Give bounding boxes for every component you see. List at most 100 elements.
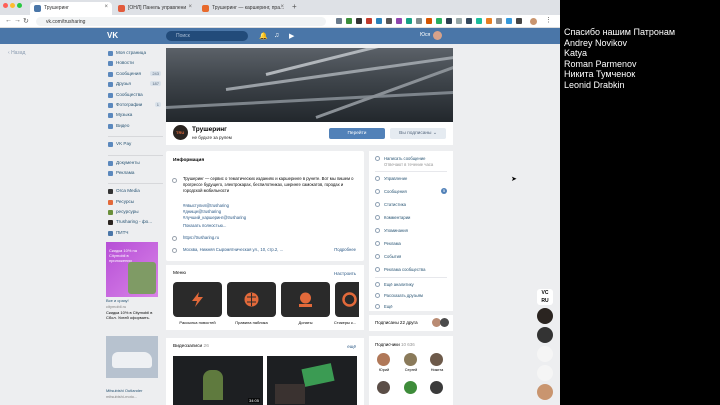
back-arrow-icon[interactable]: ← [5, 17, 12, 24]
maximize-window-icon[interactable] [17, 3, 22, 8]
action-events[interactable]: События [375, 254, 401, 259]
app-label[interactable]: Донаты [281, 320, 330, 325]
profile-avatar-icon[interactable] [530, 18, 537, 25]
floating-widget-avatar[interactable] [537, 384, 553, 400]
close-tab-icon[interactable]: × [280, 4, 284, 10]
menu-item-video[interactable]: Видео [108, 123, 163, 133]
video-thumbnail[interactable]: 34:05 [173, 356, 263, 405]
subscriber-avatar[interactable] [377, 381, 390, 394]
info-hashtags[interactable]: #явыступил@trusharing #днище@trusharing … [183, 203, 355, 221]
app-label[interactable]: Правила паблика [227, 320, 276, 325]
subscribed-button[interactable]: Вы подписаны ⌄ [390, 128, 446, 139]
address-link[interactable]: Москва, Нижняя Сыромятническая ул., 10, … [183, 247, 313, 253]
action-ads[interactable]: Реклама [375, 241, 401, 246]
friends-subscribed-block[interactable]: Подписаны 22 друга [369, 315, 453, 331]
menu-item-my-page[interactable]: Моя страница [108, 50, 163, 60]
app-card-newsletter[interactable] [173, 282, 222, 317]
extension-icon[interactable] [486, 18, 492, 24]
videos-more-link[interactable]: ещё [347, 344, 356, 349]
action-community-ads[interactable]: Реклама сообщества [375, 267, 425, 272]
video-thumbnail[interactable] [267, 356, 357, 405]
open-button[interactable]: Перейти [329, 128, 385, 139]
floating-widget-cart[interactable] [537, 365, 553, 381]
ad-title-2[interactable]: Mitsubishi Outlander [106, 388, 162, 393]
menu-item-pitch[interactable]: ПИТЧ [108, 230, 163, 240]
extension-icon[interactable] [456, 18, 462, 24]
write-message-link[interactable]: Написать сообщение [375, 156, 425, 161]
app-card-stickers[interactable] [335, 282, 359, 317]
action-comments[interactable]: Комментарии [375, 215, 410, 220]
close-tab-icon[interactable]: × [188, 4, 192, 10]
extension-icon[interactable] [426, 18, 432, 24]
action-stats[interactable]: Статистика [375, 202, 406, 207]
subscribers-title[interactable]: Подписчики 10 636 [375, 342, 415, 347]
subscriber-name[interactable]: Сергей [401, 368, 421, 372]
configure-link[interactable]: Настроить [334, 271, 356, 276]
menu-item-messages[interactable]: Сообщения 243 [108, 70, 163, 81]
action-manage[interactable]: Управление [375, 176, 407, 181]
browser-tab-2[interactable]: [ОНЛ] Панель управлени × [114, 2, 196, 15]
menu-item-orca-media[interactable]: Orca Media [108, 188, 163, 198]
app-label[interactable]: Рассылка новостей [173, 320, 222, 325]
extension-icon[interactable] [346, 18, 352, 24]
menu-item-groups[interactable]: Сообщества [108, 92, 163, 102]
floating-widget-logo[interactable]: VC RU [537, 289, 553, 305]
url-field[interactable]: vk.com/trusharing [36, 17, 326, 26]
subscriber-avatar[interactable] [404, 353, 417, 366]
menu-item-resources[interactable]: Ресурсы [108, 199, 163, 209]
back-link[interactable]: ‹ Назад [8, 50, 25, 56]
menu-item-music[interactable]: Музыка [108, 112, 163, 122]
extension-icon[interactable] [446, 18, 452, 24]
menu-item-friends[interactable]: Друзья 187 [108, 81, 163, 91]
bell-icon[interactable]: 🔔 [259, 32, 268, 40]
extension-icon[interactable] [366, 18, 372, 24]
menu-kebab-icon[interactable]: ⋮ [545, 16, 552, 24]
extension-icon[interactable] [356, 18, 362, 24]
menu-item-photos[interactable]: Фотографии 1 [108, 101, 163, 112]
extension-icon[interactable] [416, 18, 422, 24]
subscriber-avatar[interactable] [404, 381, 417, 394]
group-avatar[interactable]: TRU [173, 125, 188, 140]
menu-item-documents[interactable]: Документы [108, 160, 163, 170]
extension-icon[interactable] [336, 18, 342, 24]
app-card-rules[interactable] [227, 282, 276, 317]
extension-icon[interactable] [476, 18, 482, 24]
extension-icon[interactable] [376, 18, 382, 24]
ad-title[interactable]: Все и сразу! [106, 298, 162, 303]
search-input[interactable]: Поиск [166, 31, 248, 41]
close-tab-icon[interactable]: × [104, 4, 108, 10]
app-card-donations[interactable] [281, 282, 330, 317]
browser-tab-3[interactable]: Трушеринг — каршеринг, пра... × [198, 2, 288, 15]
browser-tab-1[interactable]: Трушеринг × [30, 2, 112, 15]
minimize-window-icon[interactable] [10, 3, 15, 8]
show-more-link[interactable]: Показать полностью... [183, 223, 355, 229]
new-tab-icon[interactable]: + [292, 2, 297, 11]
extension-icon[interactable] [406, 18, 412, 24]
action-mentions[interactable]: Упоминания [375, 228, 408, 233]
play-icon[interactable]: ▶ [289, 32, 294, 40]
ad-banner-mitsubishi[interactable] [106, 336, 158, 378]
floating-widget-avatar[interactable] [537, 327, 553, 343]
subscriber-name[interactable]: Юрий [374, 368, 394, 372]
subscriber-name[interactable]: Никита [427, 368, 447, 372]
extension-icon[interactable] [516, 18, 522, 24]
menu-item-vk-pay[interactable]: VK Pay [108, 141, 163, 151]
floating-widget-avatar[interactable] [537, 308, 553, 324]
subscriber-avatar[interactable] [430, 353, 443, 366]
reload-icon[interactable]: ↻ [23, 17, 29, 25]
ad-banner-citymobil[interactable]: Скидка 10% на Citymobil в приложении [106, 242, 158, 297]
subscriber-avatar[interactable] [377, 353, 390, 366]
vk-logo[interactable]: VK [107, 31, 118, 40]
action-messages[interactable]: Сообщения [375, 189, 407, 194]
extension-icon[interactable] [396, 18, 402, 24]
details-link[interactable]: Подробнее [334, 247, 356, 252]
action-analytics[interactable]: Ещё аналитику [375, 282, 414, 287]
extension-icon[interactable] [436, 18, 442, 24]
close-window-icon[interactable] [3, 3, 8, 8]
user-avatar[interactable] [433, 31, 442, 40]
music-icon[interactable]: ♫ [274, 32, 279, 39]
menu-item-ads[interactable]: Реклама [108, 170, 163, 180]
user-name[interactable]: Юся [420, 32, 430, 38]
forward-arrow-icon[interactable]: → [14, 17, 21, 24]
menu-item-resursury[interactable]: ресурсуры [108, 209, 163, 219]
